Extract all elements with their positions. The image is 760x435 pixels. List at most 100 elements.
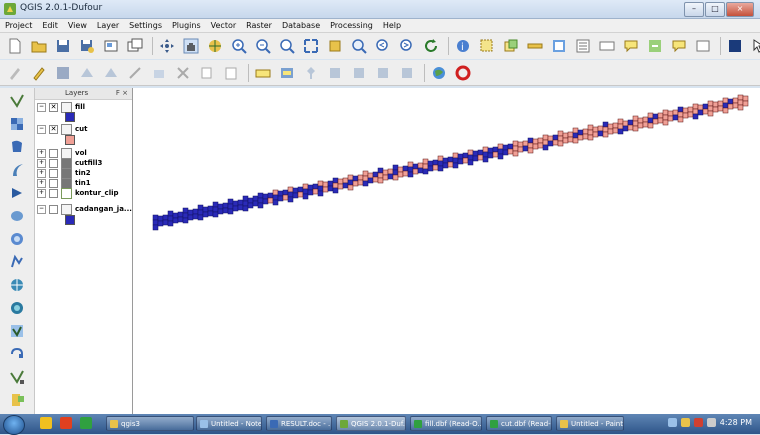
composer-manager-icon[interactable]	[126, 37, 144, 55]
collapse-toggle[interactable]: −	[37, 204, 46, 214]
layer-item-tin1[interactable]: + tin1	[37, 177, 91, 189]
measure-icon[interactable]	[526, 37, 544, 55]
form-annotation-icon[interactable]	[646, 37, 664, 55]
excel-icon[interactable]	[80, 417, 92, 429]
new-spatialite-layer-icon[interactable]	[8, 391, 26, 409]
zoom-in-icon[interactable]	[230, 37, 248, 55]
identify-icon[interactable]: i	[454, 37, 472, 55]
layer-visibility-checkbox[interactable]	[49, 204, 58, 214]
menu-plugins[interactable]: Plugins	[167, 21, 206, 30]
layer-labeling-icon[interactable]	[278, 64, 296, 82]
add-raster-layer-icon[interactable]	[8, 115, 26, 133]
save-edits-icon[interactable]	[54, 64, 72, 82]
add-vector-layer-icon[interactable]	[8, 92, 26, 110]
new-bookmark-icon[interactable]	[574, 37, 592, 55]
pin-labels-icon[interactable]	[302, 64, 320, 82]
zoom-full-icon[interactable]	[302, 37, 320, 55]
layer-item-cutfill3[interactable]: + cutfill3	[37, 157, 102, 169]
node-tool-icon[interactable]	[126, 64, 144, 82]
add-mssql-layer-icon[interactable]	[8, 184, 26, 202]
deselect-icon[interactable]	[502, 37, 520, 55]
open-project-icon[interactable]	[30, 37, 48, 55]
menu-processing[interactable]: Processing	[325, 21, 378, 30]
layer-visibility-checkbox[interactable]: ✕	[49, 102, 58, 112]
layer-visibility-checkbox[interactable]	[49, 188, 58, 198]
add-oracle-layer-icon[interactable]	[8, 207, 26, 225]
zoom-to-selection-icon[interactable]	[326, 37, 344, 55]
tray-icon[interactable]	[694, 418, 703, 427]
taskbar-item-paint[interactable]: Untitled - Paint	[556, 416, 624, 431]
layer-visibility-checkbox[interactable]: ✕	[49, 124, 58, 134]
rotate-label-icon[interactable]	[374, 64, 392, 82]
media-player-icon[interactable]	[60, 417, 72, 429]
select-features-icon[interactable]	[478, 37, 496, 55]
add-wcs-layer-icon[interactable]	[8, 253, 26, 271]
globe-icon[interactable]	[430, 64, 448, 82]
new-shapefile-layer-icon[interactable]	[8, 368, 26, 386]
toggle-editing-icon[interactable]	[30, 64, 48, 82]
zoom-last-icon[interactable]	[374, 37, 392, 55]
new-print-composer-icon[interactable]	[102, 37, 120, 55]
expand-toggle[interactable]: +	[37, 148, 46, 158]
taskbar-item-cut-dbf[interactable]: cut.dbf (Read-...	[486, 416, 552, 431]
add-postgis-layer-icon[interactable]	[8, 138, 26, 156]
layer-item-tin2[interactable]: + tin2	[37, 167, 91, 179]
text-annotation-icon[interactable]	[598, 37, 616, 55]
help-icon[interactable]	[726, 37, 744, 55]
save-project-icon[interactable]	[54, 37, 72, 55]
expand-toggle[interactable]: +	[37, 188, 46, 198]
html-annotation-icon[interactable]	[694, 37, 712, 55]
maximize-button[interactable]: □	[705, 2, 725, 17]
svg-annotation-icon[interactable]	[670, 37, 688, 55]
map-tips-icon[interactable]	[550, 37, 568, 55]
move-label-icon[interactable]	[350, 64, 368, 82]
expand-toggle[interactable]: +	[37, 158, 46, 168]
collapse-toggle[interactable]: −	[37, 102, 46, 112]
collapse-toggle[interactable]: −	[37, 124, 46, 134]
zoom-to-layer-icon[interactable]	[350, 37, 368, 55]
layer-item-fill[interactable]: − ✕ fill	[37, 101, 85, 113]
layer-visibility-checkbox[interactable]	[49, 148, 58, 158]
new-project-icon[interactable]	[6, 37, 24, 55]
volume-icon[interactable]	[707, 418, 716, 427]
layer-item-cadangan[interactable]: − cadangan_ja...	[37, 203, 132, 215]
layer-visibility-checkbox[interactable]	[49, 168, 58, 178]
close-button[interactable]: ×	[726, 2, 754, 17]
menu-settings[interactable]: Settings	[124, 21, 167, 30]
layer-item-cut[interactable]: − ✕ cut	[37, 123, 87, 135]
menu-raster[interactable]: Raster	[241, 21, 277, 30]
pan-map-icon[interactable]	[158, 37, 176, 55]
taskbar-item-qgis-active[interactable]: QGIS 2.0.1-Duf...	[336, 416, 406, 431]
add-spatialite-layer-icon[interactable]	[8, 161, 26, 179]
layer-item-kontur-clip[interactable]: + kontur_clip	[37, 187, 119, 199]
label-abc-icon[interactable]	[254, 64, 272, 82]
menu-edit[interactable]: Edit	[37, 21, 63, 30]
stop-render-icon[interactable]	[454, 64, 472, 82]
cut-features-icon[interactable]	[174, 64, 192, 82]
add-gps-layer-icon[interactable]	[8, 345, 26, 363]
start-button[interactable]	[3, 415, 25, 435]
save-as-icon[interactable]	[78, 37, 96, 55]
add-delimited-text-icon[interactable]	[8, 299, 26, 317]
taskbar-item-result-doc[interactable]: RESULT.doc - ...	[266, 416, 332, 431]
add-wms-layer-icon[interactable]	[8, 230, 26, 248]
tray-icon[interactable]	[668, 418, 677, 427]
add-virtual-layer-icon[interactable]	[8, 322, 26, 340]
pan-hand-icon[interactable]	[182, 37, 200, 55]
copy-features-icon[interactable]	[198, 64, 216, 82]
layer-visibility-checkbox[interactable]	[49, 178, 58, 188]
menu-database[interactable]: Database	[277, 21, 325, 30]
move-feature-icon[interactable]	[102, 64, 120, 82]
map-canvas[interactable]	[133, 88, 760, 414]
menu-layer[interactable]: Layer	[92, 21, 124, 30]
layer-item-vol[interactable]: + vol	[37, 147, 87, 159]
menu-help[interactable]: Help	[378, 21, 406, 30]
minimize-button[interactable]: –	[684, 2, 704, 17]
ie-icon[interactable]	[40, 417, 52, 429]
add-feature-icon[interactable]	[78, 64, 96, 82]
refresh-icon[interactable]	[422, 37, 440, 55]
add-wfs-layer-icon[interactable]	[8, 276, 26, 294]
expand-toggle[interactable]: +	[37, 178, 46, 188]
zoom-out-icon[interactable]	[254, 37, 272, 55]
menu-view[interactable]: View	[63, 21, 92, 30]
